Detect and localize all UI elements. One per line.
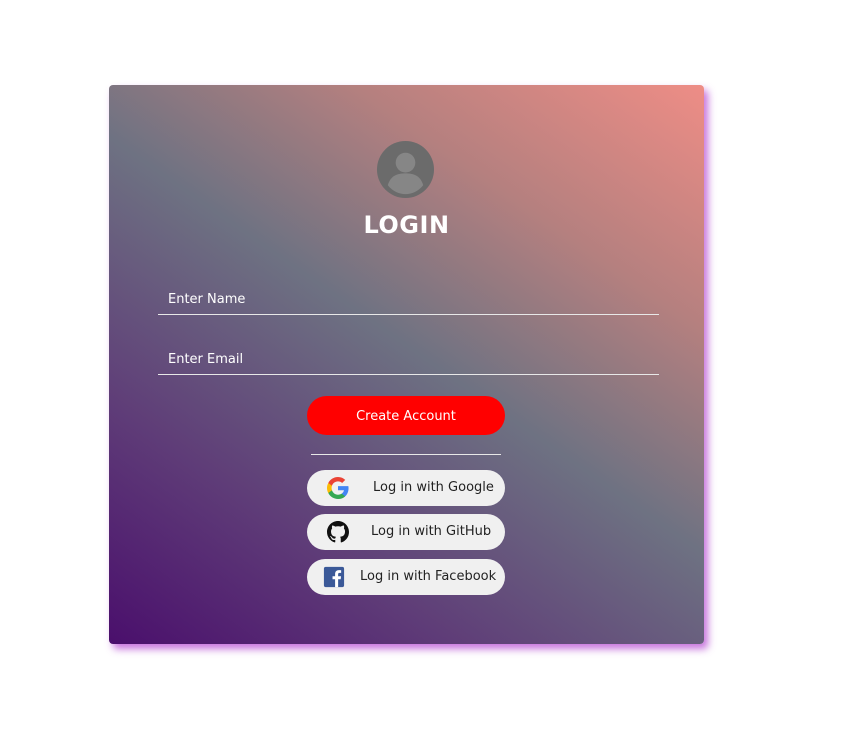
user-avatar-icon (376, 140, 435, 199)
create-account-button[interactable]: Create Account (307, 396, 505, 435)
facebook-login-button[interactable]: Log in with Facebook (307, 559, 505, 595)
google-login-label: Log in with Google (373, 480, 494, 495)
github-icon (327, 521, 349, 543)
facebook-login-label: Log in with Facebook (360, 569, 497, 584)
divider (311, 454, 501, 455)
email-input[interactable] (158, 345, 659, 375)
google-login-button[interactable]: Log in with Google (307, 470, 505, 506)
google-icon (327, 477, 349, 499)
login-card: LOGIN Create Account Log in with Google … (109, 85, 704, 644)
github-login-button[interactable]: Log in with GitHub (307, 514, 505, 550)
facebook-icon (323, 566, 345, 588)
name-input[interactable] (158, 285, 659, 315)
github-login-label: Log in with GitHub (371, 524, 492, 539)
login-title: LOGIN (363, 211, 450, 239)
